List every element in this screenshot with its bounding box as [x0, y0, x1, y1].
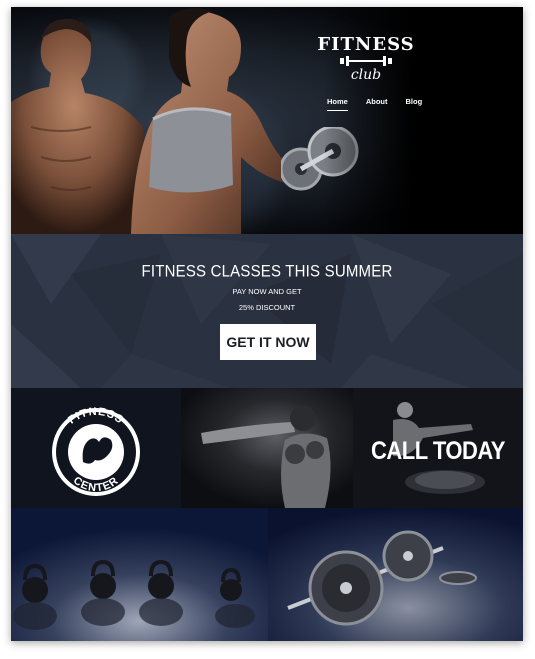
- logo-subtitle: club: [350, 67, 382, 83]
- promo-line2: 25% DISCOUNT: [238, 303, 296, 312]
- barbell-tile[interactable]: [268, 508, 523, 641]
- main-nav: Home About Blog: [327, 97, 422, 111]
- get-it-now-button[interactable]: GET IT NOW: [220, 324, 316, 360]
- call-today-text: CALL TODAY: [371, 436, 505, 465]
- boxer-photo: [181, 388, 353, 508]
- page-frame: FITNESS club Home About Blog FITNESS CLA…: [11, 7, 523, 641]
- hero-banner: FITNESS club Home About Blog: [11, 7, 523, 234]
- kettlebell-tile[interactable]: [11, 508, 268, 641]
- fitness-center-badge: FITNESS CENTER: [52, 406, 140, 496]
- nav-about[interactable]: About: [366, 97, 388, 111]
- nav-home[interactable]: Home: [327, 97, 348, 111]
- promo-title: FITNESS CLASSES THIS SUMMER: [141, 261, 393, 282]
- call-today-tile[interactable]: CALL TODAY: [353, 388, 523, 508]
- woman-photo: [131, 8, 291, 234]
- promo-section: FITNESS CLASSES THIS SUMMER PAY NOW AND …: [11, 234, 523, 388]
- fitness-center-tile[interactable]: FITNESS CENTER: [11, 388, 181, 508]
- promo-line1: PAY NOW AND GET: [232, 287, 302, 296]
- site-logo[interactable]: FITNESS club: [316, 35, 416, 85]
- feature-row-1: FITNESS CENTER CALL TODAY: [11, 388, 523, 508]
- nav-blog[interactable]: Blog: [406, 97, 423, 111]
- logo-barbell-icon: [340, 56, 392, 66]
- logo-title: FITNESS: [317, 34, 415, 55]
- kettlebells-photo: [11, 508, 268, 641]
- feature-row-2: [11, 508, 523, 641]
- barbell-photo: [268, 508, 523, 641]
- boxing-tile[interactable]: [181, 388, 353, 508]
